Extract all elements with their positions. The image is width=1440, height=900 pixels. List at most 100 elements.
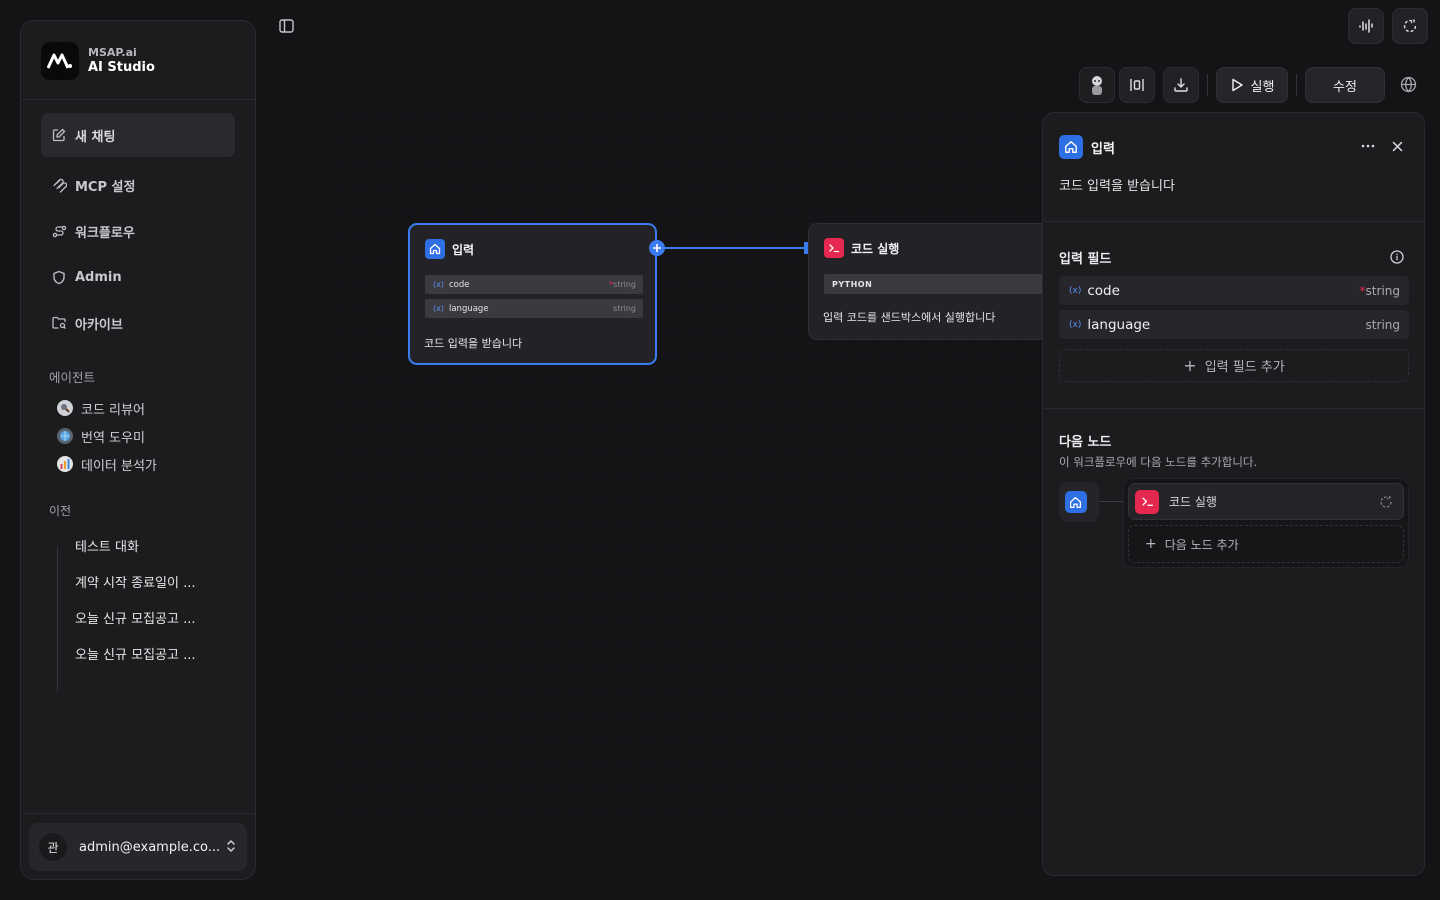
archive-search-icon <box>51 315 67 331</box>
nav-label: 새 채팅 <box>75 129 116 145</box>
sidebar: MSAP.ai AI Studio 새 채팅 MCP 설정 워크플로우 Admi… <box>20 20 256 880</box>
workflow-canvas[interactable] <box>336 110 1042 820</box>
field-type: string <box>1365 317 1400 332</box>
history-item[interactable]: 오늘 신규 모집공고 ... <box>75 608 195 627</box>
brand-logo-icon <box>41 42 79 80</box>
agents-section-label: 에이전트 <box>49 370 96 385</box>
info-button[interactable] <box>1390 249 1404 268</box>
close-panel-button[interactable] <box>1388 137 1406 155</box>
brand-product: AI Studio <box>88 59 155 75</box>
close-icon <box>1392 141 1402 151</box>
field-name: code <box>448 279 470 290</box>
panel-divider <box>1043 221 1424 222</box>
add-next-node-button[interactable]: + 다음 노드 추가 <box>1128 525 1404 563</box>
terminal-icon <box>824 238 844 258</box>
nav-label: 아카이브 <box>75 317 123 333</box>
language-button[interactable] <box>1400 76 1418 94</box>
code-exec-node[interactable]: 코드 실행 PYTHON 입력 코드를 샌드박스에서 실행합니다 <box>808 223 1042 340</box>
chevron-up-down-icon <box>225 838 237 858</box>
field-name: language <box>1087 316 1151 333</box>
voice-wave-button[interactable] <box>1348 8 1384 44</box>
run-button[interactable]: 실행 <box>1216 67 1288 103</box>
align-button[interactable] <box>1119 67 1155 103</box>
user-menu-button[interactable]: 관 admin@example.co... <box>29 823 247 871</box>
more-horizontal-icon <box>1361 144 1375 148</box>
history-item[interactable]: 계약 시작 종료일이 ... <box>75 572 195 591</box>
variable-icon: (x) <box>1069 285 1082 296</box>
plus-icon: + <box>1183 356 1197 375</box>
home-icon <box>1059 135 1083 159</box>
variable-icon: (x) <box>433 280 444 289</box>
scientist-avatar-button[interactable] <box>1079 67 1115 103</box>
edit-icon <box>51 127 67 143</box>
brand[interactable]: MSAP.ai AI Studio <box>41 41 155 81</box>
source-node-chip <box>1059 482 1099 522</box>
edge-connector <box>660 242 808 254</box>
audio-wave-icon <box>1359 19 1373 33</box>
home-icon <box>1064 491 1087 513</box>
globe-icon <box>1400 76 1417 93</box>
field-type-text: string <box>1365 283 1400 298</box>
add-edge-handle[interactable] <box>649 240 665 256</box>
chart-avatar-icon <box>57 456 73 472</box>
history-timeline <box>57 547 58 691</box>
download-button[interactable] <box>1163 67 1199 103</box>
download-icon <box>1174 78 1188 92</box>
field-type: *string <box>1359 283 1400 298</box>
next-node-item[interactable]: 코드 실행 <box>1128 483 1404 520</box>
agent-label: 코드 리뷰어 <box>81 402 145 418</box>
add-field-label: 입력 필드 추가 <box>1204 360 1285 375</box>
align-center-icon <box>1130 79 1144 91</box>
brand-company: MSAP.ai <box>88 46 137 59</box>
node-description: 코드 입력을 받습니다 <box>424 337 523 350</box>
input-node[interactable]: 입력 (x) code *string (x) language string … <box>408 223 657 365</box>
history-item[interactable]: 테스트 대화 <box>75 536 139 555</box>
input-field-row[interactable]: (x) code *string <box>1059 276 1409 305</box>
node-title: 코드 실행 <box>851 241 900 256</box>
history-section-label: 이전 <box>49 504 72 518</box>
language-badge: PYTHON <box>824 274 1042 294</box>
next-node-connector <box>1099 501 1123 502</box>
new-chat-button[interactable]: 새 채팅 <box>41 113 235 157</box>
magnifier-avatar-icon <box>57 400 73 416</box>
user-email: admin@example.co... <box>79 839 221 855</box>
panel-description: 코드 입력을 받습니다 <box>1059 179 1175 194</box>
avatar: 관 <box>39 833 67 861</box>
history-item[interactable]: 오늘 신규 모집공고 ... <box>75 644 195 663</box>
sidebar-item-workflow[interactable]: 워크플로우 <box>41 209 235 253</box>
refresh-button[interactable] <box>1392 8 1428 44</box>
next-node-heading: 다음 노드 <box>1059 435 1112 450</box>
variable-icon: (x) <box>433 304 444 313</box>
refresh-dashed-icon <box>1403 19 1417 33</box>
agent-item[interactable]: 코드 리뷰어 <box>57 398 145 418</box>
node-description: 입력 코드를 샌드박스에서 실행합니다 <box>823 311 996 324</box>
sidebar-item-archive[interactable]: 아카이브 <box>41 301 235 345</box>
field-type: string <box>613 304 636 313</box>
globe-avatar-icon <box>57 428 73 444</box>
more-options-button[interactable] <box>1359 137 1377 155</box>
add-input-field-button[interactable]: + 입력 필드 추가 <box>1059 349 1409 382</box>
toolbar-separator <box>1207 74 1208 96</box>
sidebar-item-mcp[interactable]: MCP 설정 <box>41 163 235 207</box>
agent-label: 번역 도우미 <box>81 430 145 446</box>
agent-item[interactable]: 번역 도우미 <box>57 426 145 446</box>
info-icon <box>1390 250 1404 264</box>
nav-label: 워크플로우 <box>75 225 135 241</box>
change-node-icon[interactable] <box>1379 495 1393 512</box>
next-node-subtitle: 이 워크플로우에 다음 노드를 추가합니다. <box>1059 455 1258 469</box>
scientist-icon <box>1092 76 1102 95</box>
sidebar-toggle-button[interactable] <box>276 16 296 36</box>
workflow-icon <box>51 223 67 239</box>
edit-label: 수정 <box>1333 79 1357 95</box>
agent-item[interactable]: 데이터 분석가 <box>57 454 157 474</box>
next-node-list: 코드 실행 + 다음 노드 추가 <box>1123 478 1409 568</box>
field-type: *string <box>609 280 636 289</box>
shield-icon <box>51 269 67 285</box>
edit-button[interactable]: 수정 <box>1305 67 1385 103</box>
field-type-text: string <box>613 280 636 289</box>
sidebar-item-admin[interactable]: Admin <box>41 255 235 299</box>
sidebar-divider <box>21 813 255 814</box>
input-field-row[interactable]: (x) language string <box>1059 310 1409 339</box>
variable-icon: (x) <box>1069 319 1082 330</box>
node-detail-panel: 입력 코드 입력을 받습니다 입력 필드 (x) code *string (x… <box>1042 112 1425 876</box>
